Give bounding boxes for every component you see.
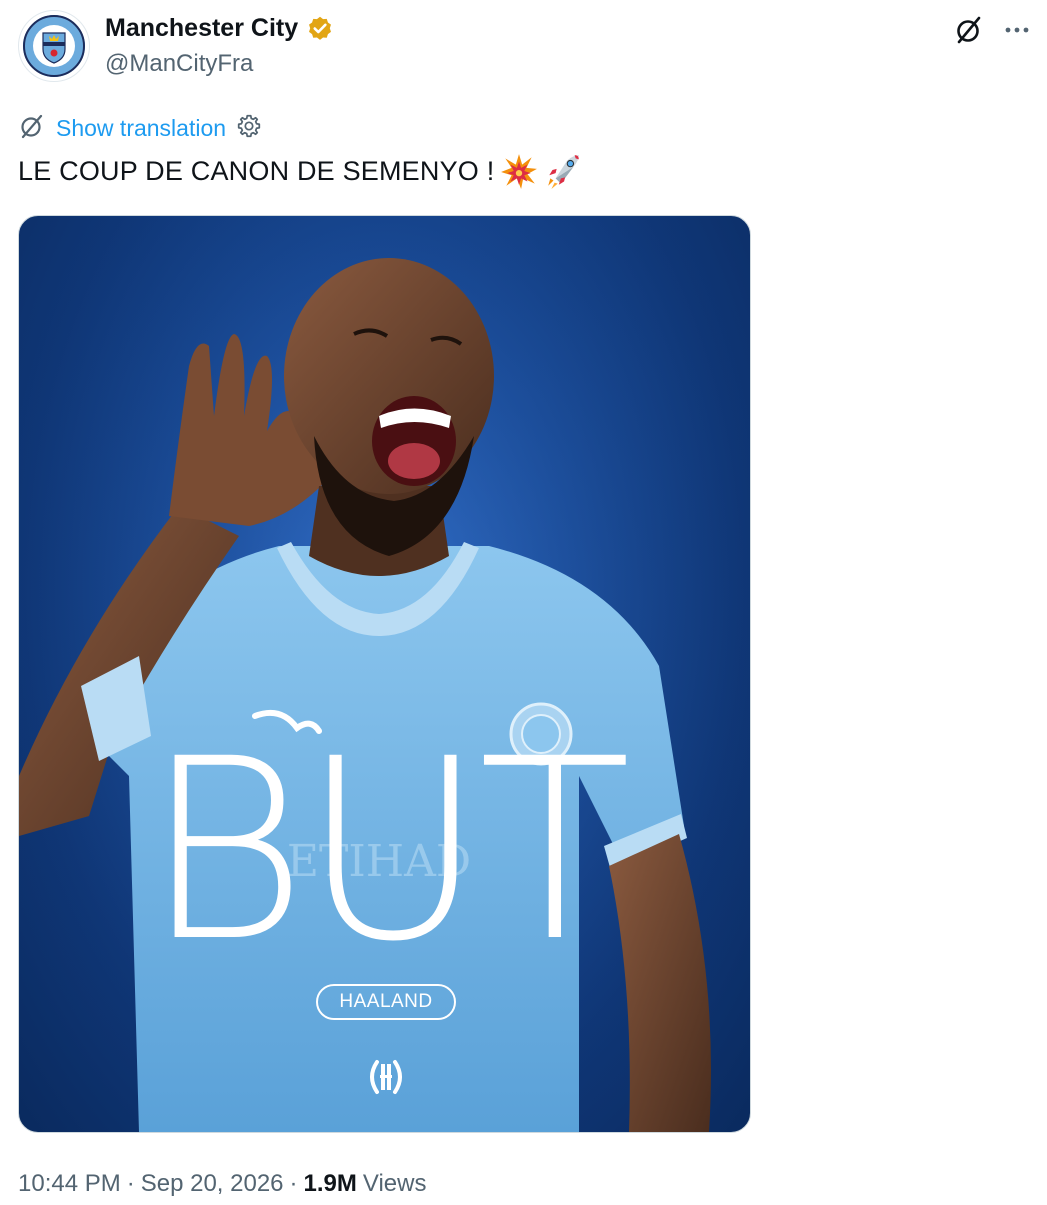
verified-badge-icon[interactable] xyxy=(306,15,334,43)
views-count: 1.9M xyxy=(303,1170,357,1197)
grok-icon[interactable] xyxy=(951,12,987,48)
tweet-time[interactable]: 10:44 PM xyxy=(18,1170,121,1198)
author-display-name[interactable]: Manchester City xyxy=(105,14,298,43)
competition-logo xyxy=(365,1058,407,1096)
avatar[interactable] xyxy=(18,10,90,82)
rocket-emoji xyxy=(544,152,582,190)
meta-separator: · xyxy=(289,1170,298,1197)
tweet-actions xyxy=(951,12,1035,48)
tweet-date[interactable]: Sep 20, 2026 xyxy=(141,1170,284,1198)
collision-emoji xyxy=(500,152,538,190)
tweet: Manchester City @ManCityFra Show transla… xyxy=(0,0,1047,1205)
scorer-pill: HAALAND xyxy=(316,984,456,1020)
show-translation-link[interactable]: Show translation xyxy=(56,115,226,142)
goal-headline: BUT xyxy=(143,705,631,996)
author-handle[interactable]: @ManCityFra xyxy=(105,50,253,78)
views-label: Views xyxy=(362,1170,427,1197)
translate-icon xyxy=(18,112,46,145)
tweet-media-image[interactable]: ETIHAD BUT HAALAND xyxy=(18,215,751,1133)
meta-separator: · xyxy=(126,1170,135,1197)
tweet-text-content: LE COUP DE CANON DE SEMENYO ! xyxy=(18,155,495,186)
gear-icon[interactable] xyxy=(236,113,262,144)
translation-row: Show translation xyxy=(18,112,262,145)
more-icon[interactable] xyxy=(999,12,1035,48)
club-crest-logo xyxy=(23,15,85,77)
tweet-text: LE COUP DE CANON DE SEMENYO ! xyxy=(18,152,582,190)
author-name-row: Manchester City xyxy=(105,14,334,43)
tweet-metadata: 10:44 PM · Sep 20, 2026 · 1.9M Views xyxy=(18,1170,426,1198)
